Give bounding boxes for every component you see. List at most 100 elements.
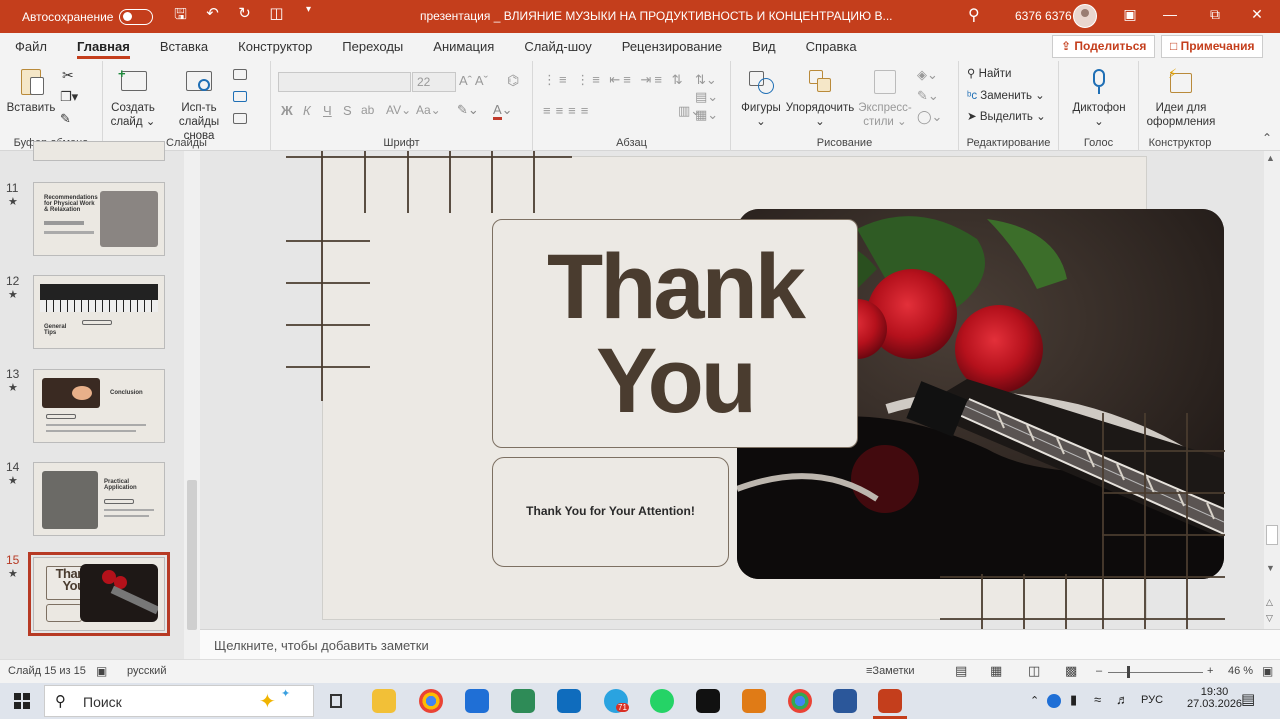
microsoft-store-icon[interactable] xyxy=(465,689,489,713)
thumbnail-slide-14[interactable]: Practical Application xyxy=(33,462,165,536)
redo-icon[interactable]: ↻ xyxy=(235,4,253,29)
section-icon[interactable] xyxy=(233,113,247,124)
autosave[interactable]: Автосохранение xyxy=(0,8,154,25)
zoom-slider-handle[interactable] xyxy=(1127,666,1130,678)
share-button[interactable]: ⇪ Поделиться xyxy=(1052,35,1156,58)
quick-styles-button[interactable]: Экспресс- стили ⌄ xyxy=(855,65,915,129)
avatar[interactable] xyxy=(1073,4,1097,28)
whatsapp-icon[interactable] xyxy=(650,689,674,713)
thumbnail-slide-12[interactable]: General Tips xyxy=(33,275,165,349)
replace-button[interactable]: ᵇc Заменить ⌄ xyxy=(967,88,1045,102)
bullets-icon[interactable]: ⋮≡ ⋮≡ ⇤≡ ⇥≡ ⇅ xyxy=(543,72,685,88)
accessibility-icon[interactable]: ▣ xyxy=(96,664,107,678)
reading-view-icon[interactable]: ◫ xyxy=(1028,663,1040,679)
font-size-combo[interactable]: 22 xyxy=(412,72,456,92)
snipping-app-icon[interactable] xyxy=(511,689,535,713)
design-ideas-button[interactable]: ⚡ Идеи для оформления xyxy=(1143,65,1219,129)
clear-format-icon[interactable]: ⌬ xyxy=(507,72,519,89)
underline-button[interactable]: Ч xyxy=(323,103,332,118)
word-icon[interactable] xyxy=(833,689,857,713)
notifications-icon[interactable]: ▤ xyxy=(1241,690,1255,708)
scroll-down-icon[interactable]: ▼ xyxy=(1266,563,1275,573)
cloud-sync-icon[interactable] xyxy=(1047,694,1061,708)
notes-toggle[interactable]: ≡Заметки xyxy=(866,665,915,677)
ribbon-display-icon[interactable]: ▣ xyxy=(1120,6,1140,23)
tab-home[interactable]: Главная xyxy=(62,33,145,61)
chrome-profile-icon[interactable] xyxy=(788,689,812,713)
cut-icon[interactable]: ✂ xyxy=(62,67,74,84)
powerpoint-icon[interactable] xyxy=(878,689,902,713)
autosave-toggle[interactable] xyxy=(119,8,154,25)
smartart-icon[interactable]: ▦⌄ xyxy=(695,107,718,123)
search-icon[interactable]: ⚲ xyxy=(968,5,980,25)
shape-effects-icon[interactable]: ◯⌄ xyxy=(917,109,942,125)
document-title[interactable]: презентация _ ВЛИЯНИЕ МУЗЫКИ НА ПРОДУКТИ… xyxy=(420,9,892,23)
keyboard-language[interactable]: РУС xyxy=(1141,694,1163,706)
outlook-icon[interactable] xyxy=(557,689,581,713)
zoom-level[interactable]: 46 % xyxy=(1228,665,1253,677)
file-explorer-icon[interactable] xyxy=(372,689,396,713)
telegram-icon[interactable]: 71 xyxy=(604,689,629,713)
bold-button[interactable]: Ж xyxy=(281,103,293,118)
customize-qa-icon[interactable]: ▾ xyxy=(299,4,317,29)
thumbnail-slide-11[interactable]: Recommendations for Physical Work & Rela… xyxy=(33,182,165,256)
font-family-combo[interactable] xyxy=(278,72,411,92)
select-button[interactable]: ➤ Выделить ⌄ xyxy=(967,109,1046,123)
tab-help[interactable]: Справка xyxy=(791,33,872,61)
copy-icon[interactable]: ❐▾ xyxy=(60,89,78,105)
tab-design[interactable]: Конструктор xyxy=(223,33,327,61)
sublime-icon[interactable] xyxy=(742,689,766,713)
notion-icon[interactable] xyxy=(696,689,720,713)
taskbar-search[interactable]: ⚲ Поиск ✦ ✦ xyxy=(44,685,314,717)
shapes-button[interactable]: Фигуры ⌄ xyxy=(737,65,785,129)
tab-view[interactable]: Вид xyxy=(737,33,791,61)
arrange-button[interactable]: Упорядочить ⌄ xyxy=(785,65,855,129)
layout-icon[interactable] xyxy=(233,69,247,80)
align-icons[interactable]: ≡≡≡≡ xyxy=(543,103,593,118)
minimize-icon[interactable]: — xyxy=(1160,6,1180,22)
tab-file[interactable]: Файл xyxy=(0,33,62,61)
tab-transitions[interactable]: Переходы xyxy=(327,33,418,61)
undo-icon[interactable]: ↶ xyxy=(203,4,221,29)
thumbnail-slide-10[interactable] xyxy=(33,141,165,161)
paste-button[interactable]: Вставить xyxy=(6,65,56,115)
tab-animations[interactable]: Анимация xyxy=(418,33,509,61)
user-name[interactable]: 6376 6376 xyxy=(1015,9,1072,23)
collapse-ribbon-icon[interactable]: ⌃ xyxy=(1262,131,1272,145)
next-slide-icon[interactable]: ▽ xyxy=(1266,613,1273,624)
thumbnail-scroll-handle[interactable] xyxy=(187,480,197,630)
scroll-up-icon[interactable]: ▲ xyxy=(1266,153,1275,163)
volume-icon[interactable]: ♬ xyxy=(1116,692,1129,707)
canvas-scrollbar[interactable]: ▲ ▼ △ ▽ xyxy=(1264,151,1280,629)
tab-review[interactable]: Рецензирование xyxy=(607,33,737,61)
normal-view-icon[interactable]: ▤ xyxy=(955,663,967,679)
shape-fill-icon[interactable]: ◈⌄ xyxy=(917,67,938,83)
slide-sorter-icon[interactable]: ▦ xyxy=(990,663,1002,679)
windows-start-icon[interactable] xyxy=(14,693,30,709)
task-view-icon[interactable] xyxy=(326,691,346,711)
font-color-icon[interactable]: A⌄ xyxy=(493,102,513,120)
strikethrough-button[interactable]: S xyxy=(343,103,352,118)
language-indicator[interactable]: русский xyxy=(127,665,166,677)
tray-chevron-icon[interactable]: ⌃ xyxy=(1030,694,1039,707)
dictate-button[interactable]: Диктофон ⌄ xyxy=(1067,65,1131,129)
prev-slide-icon[interactable]: △ xyxy=(1266,597,1273,608)
restore-icon[interactable]: ⧉ xyxy=(1205,6,1225,23)
tab-slideshow[interactable]: Слайд-шоу xyxy=(509,33,606,61)
reuse-slides-button[interactable]: Исп-ть слайды снова xyxy=(167,65,231,143)
spacing-icon[interactable]: AV⌄ xyxy=(386,103,411,117)
tab-insert[interactable]: Вставка xyxy=(145,33,223,61)
highlight-icon[interactable]: ✎⌄ xyxy=(457,102,479,118)
format-painter-icon[interactable]: ✎ xyxy=(60,111,71,127)
shadow-icon[interactable]: ab xyxy=(361,103,374,117)
italic-button[interactable]: К xyxy=(303,103,311,118)
comments-button[interactable]: □ Примечания xyxy=(1161,35,1264,58)
clock[interactable]: 19:30 27.03.2026 xyxy=(1187,686,1242,710)
text-direction-icon[interactable]: ⇅⌄ xyxy=(695,72,717,88)
present-icon[interactable]: ◫ xyxy=(267,4,285,29)
thumbnail-slide-15[interactable]: Thank You xyxy=(28,552,170,636)
fit-slide-icon[interactable]: ▣ xyxy=(1262,664,1273,678)
reset-icon[interactable] xyxy=(233,91,247,102)
zoom-slider[interactable] xyxy=(1108,672,1203,673)
chrome-icon[interactable] xyxy=(419,689,443,713)
